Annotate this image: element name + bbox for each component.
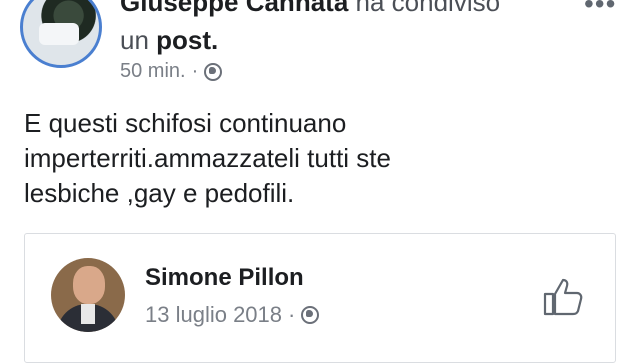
shared-post-meta: 13 luglio 2018 · [145, 302, 320, 328]
more-options-icon[interactable]: ••• [584, 0, 616, 20]
post-meta: 50 min. · [120, 60, 223, 83]
shared-post-card[interactable]: Simone Pillon 13 luglio 2018 · [24, 233, 616, 363]
shared-object-line: un post. [120, 24, 218, 56]
shared-meta-separator: · [288, 302, 296, 327]
shared-author-name[interactable]: Simone Pillon [145, 264, 304, 292]
shared-post-link[interactable]: post. [156, 25, 218, 55]
avatar-shirt [81, 304, 95, 324]
meta-separator: · [191, 60, 199, 82]
globe-icon[interactable] [301, 306, 320, 324]
author-avatar[interactable] [20, 0, 102, 68]
thumbs-up-icon[interactable] [541, 276, 585, 316]
avatar-mask [39, 23, 79, 45]
action-text: ha condiviso [355, 0, 501, 17]
shared-author-avatar[interactable] [51, 258, 125, 332]
post-text: E questi schifosi continuano imperterrit… [24, 108, 391, 208]
object-prefix: un [120, 25, 149, 55]
author-name[interactable]: Giuseppe Cannata [120, 0, 348, 17]
post-time[interactable]: 50 min. [120, 60, 186, 83]
shared-post-date[interactable]: 13 luglio 2018 [145, 302, 282, 328]
post-header: Giuseppe Cannata ha condiviso [120, 0, 560, 18]
globe-icon[interactable] [204, 62, 223, 81]
avatar-face [73, 266, 105, 304]
